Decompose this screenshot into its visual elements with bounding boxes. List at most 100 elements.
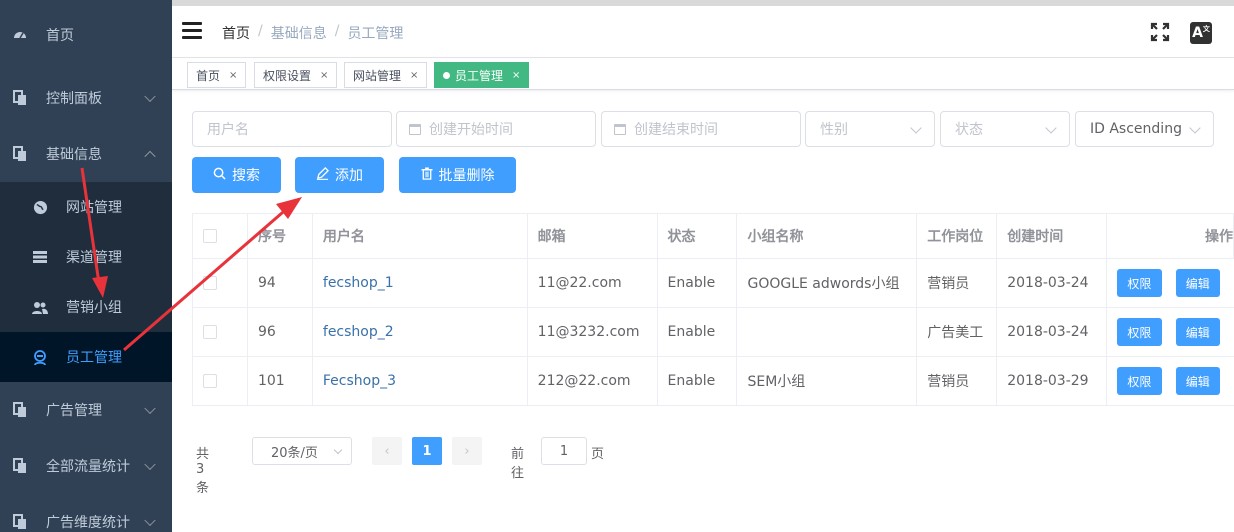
tag-home[interactable]: 首页 × — [187, 62, 247, 88]
edit-button[interactable]: 编辑 — [1175, 269, 1220, 297]
column-header[interactable]: 工作岗位 — [917, 214, 998, 258]
sidebar-item-basic-info[interactable]: 基础信息 — [0, 126, 172, 182]
batch-delete-button[interactable]: 批量删除 — [399, 157, 516, 193]
copy-icon — [12, 90, 28, 106]
sidebar-item-site-management[interactable]: 网站管理 — [0, 182, 172, 232]
actions-cell: 权限 编辑 — [1107, 308, 1234, 356]
position-cell: 营销员 — [917, 259, 998, 307]
sidebar-item-label: 营销小组 — [66, 300, 122, 316]
username-input[interactable]: 用户名 — [192, 111, 392, 147]
username-link[interactable]: Fecshop_3 — [313, 357, 528, 405]
breadcrumb: 首页 / 基础信息 / 员工管理 — [222, 23, 403, 43]
dashboard-icon — [12, 27, 28, 43]
breadcrumb-item[interactable]: 首页 — [222, 23, 250, 43]
page-size-select[interactable]: 20条/页 — [252, 437, 352, 465]
total-count: 共 3 条 — [196, 447, 210, 496]
created-cell: 2018-03-24 — [997, 259, 1108, 307]
close-icon[interactable]: × — [410, 70, 418, 81]
permission-button[interactable]: 权限 — [1117, 367, 1162, 395]
close-icon[interactable]: × — [512, 70, 520, 81]
sidebar-item-ads-dimension-stats[interactable]: 广告维度统计 — [0, 494, 172, 532]
column-header[interactable]: 邮箱 — [528, 214, 658, 258]
sidebar-item-marketing-group[interactable]: 营销小组 — [0, 282, 172, 332]
sidebar-item-home[interactable]: 首页 — [0, 0, 172, 70]
calendar-icon — [409, 123, 421, 135]
username-link[interactable]: fecshop_2 — [313, 308, 528, 356]
email-cell: 212@22.com — [528, 357, 658, 405]
column-header[interactable]: 序号 — [248, 214, 313, 258]
sidebar-item-label: 广告管理 — [46, 403, 102, 419]
chevron-right-icon: › — [464, 443, 470, 459]
chevron-down-icon — [144, 458, 156, 471]
status-cell: Enable — [658, 259, 738, 307]
id-cell: 96 — [248, 308, 313, 356]
gender-placeholder: 性别 — [820, 122, 848, 138]
edit-button[interactable]: 编辑 — [1175, 367, 1220, 395]
sidebar-item-control-panel[interactable]: 控制面板 — [0, 70, 172, 126]
hamburger-icon[interactable] — [182, 22, 202, 39]
tag-permission-settings[interactable]: 权限设置 × — [254, 62, 338, 88]
select-all-cell — [193, 214, 248, 258]
search-button[interactable]: 搜索 — [192, 157, 281, 193]
sidebar-item-staff-management[interactable]: 员工管理 — [0, 332, 172, 382]
sidebar-item-channel-management[interactable]: 渠道管理 — [0, 232, 172, 282]
sidebar-item-label: 全部流量统计 — [46, 459, 130, 475]
sidebar-item-label: 员工管理 — [66, 350, 122, 366]
breadcrumb-separator: / — [334, 23, 340, 39]
email-cell: 11@3232.com — [528, 308, 658, 356]
tag-label: 首页 — [196, 68, 221, 83]
next-page-button[interactable]: › — [452, 437, 482, 465]
tag-staff-management[interactable]: 员工管理 × — [434, 62, 530, 88]
status-cell: Enable — [658, 308, 738, 356]
select-all-checkbox[interactable] — [203, 229, 217, 243]
group-cell — [737, 308, 918, 356]
row-select-cell — [193, 259, 248, 307]
start-time-placeholder: 创建开始时间 — [429, 122, 513, 138]
permission-button[interactable]: 权限 — [1117, 269, 1162, 297]
language-letter: A — [1192, 25, 1203, 41]
column-header[interactable]: 用户名 — [313, 214, 528, 258]
copy-icon — [12, 458, 28, 474]
edit-icon — [316, 166, 329, 184]
username-link[interactable]: fecshop_1 — [313, 259, 528, 307]
goto-label: 前往 — [511, 447, 525, 481]
permission-button[interactable]: 权限 — [1117, 318, 1162, 346]
column-header[interactable]: 小组名称 — [737, 214, 918, 258]
goto-page-input[interactable]: 1 — [541, 437, 587, 465]
row-checkbox[interactable] — [203, 276, 217, 290]
sort-select[interactable]: ID Ascending — [1075, 111, 1214, 147]
actions-cell: 权限 编辑 — [1107, 259, 1234, 307]
tag-site-management[interactable]: 网站管理 × — [344, 62, 428, 88]
column-header[interactable]: 创建时间 — [997, 214, 1108, 258]
row-checkbox[interactable] — [203, 374, 217, 388]
sidebar-item-ads-management[interactable]: 广告管理 — [0, 382, 172, 438]
breadcrumb-item: 员工管理 — [347, 26, 404, 42]
id-cell: 101 — [248, 357, 313, 405]
row-checkbox[interactable] — [203, 325, 217, 339]
edit-button[interactable]: 编辑 — [1175, 318, 1220, 346]
sort-value: ID Ascending — [1090, 121, 1182, 137]
table-row: 96 fecshop_2 11@3232.com Enable 广告美工 201… — [193, 308, 1234, 357]
close-icon[interactable]: × — [320, 70, 328, 81]
end-time-picker[interactable]: 创建结束时间 — [601, 111, 801, 147]
start-time-picker[interactable]: 创建开始时间 — [396, 111, 596, 147]
fullscreen-icon[interactable] — [1150, 22, 1172, 44]
language-icon[interactable]: A文 — [1190, 22, 1212, 44]
table-header-row: 序号 用户名 邮箱 状态 小组名称 工作岗位 创建时间 操作 — [193, 214, 1234, 259]
chevron-up-icon — [144, 150, 156, 163]
column-header[interactable]: 状态 — [658, 214, 738, 258]
status-select[interactable]: 状态 — [940, 111, 1070, 147]
active-dot-icon — [443, 71, 450, 79]
position-cell: 广告美工 — [917, 308, 998, 356]
page-number-button[interactable]: 1 — [412, 437, 442, 465]
search-icon — [213, 167, 226, 184]
row-select-cell — [193, 357, 248, 405]
gender-select[interactable]: 性别 — [805, 111, 935, 147]
chevron-down-icon — [1189, 122, 1201, 134]
prev-page-button[interactable]: ‹ — [372, 437, 402, 465]
delete-icon — [420, 166, 433, 184]
sidebar-item-label: 基础信息 — [46, 147, 102, 163]
sidebar-item-traffic-stats[interactable]: 全部流量统计 — [0, 438, 172, 494]
close-icon[interactable]: × — [229, 70, 237, 81]
add-button[interactable]: 添加 — [295, 157, 384, 193]
